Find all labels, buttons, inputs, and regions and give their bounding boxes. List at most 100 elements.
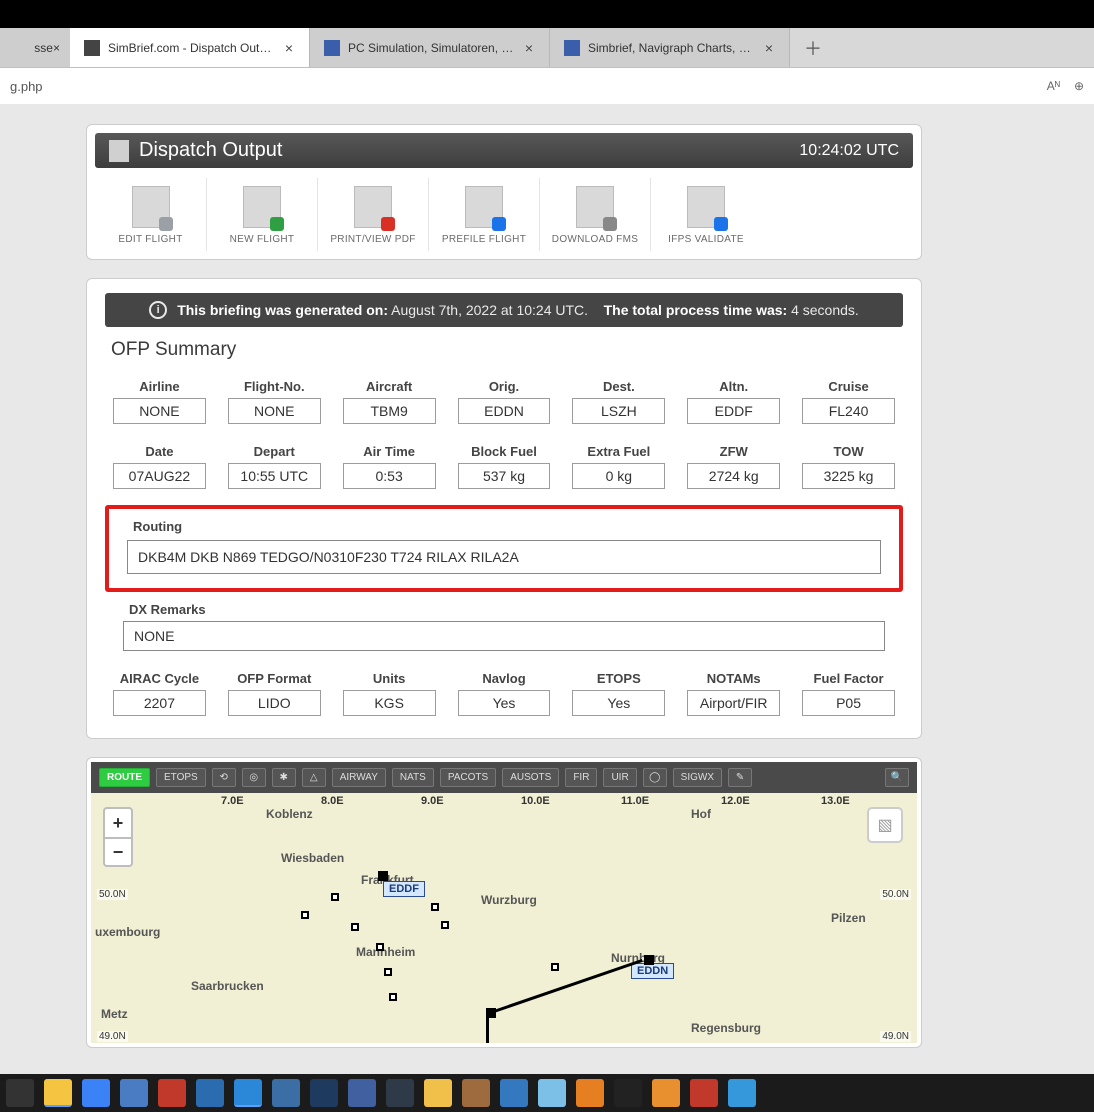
zoom-in-button[interactable]: + xyxy=(105,809,131,837)
route-segment xyxy=(486,1011,489,1043)
action-label: NEW FLIGHT xyxy=(207,234,317,245)
summary-field: Airline NONE xyxy=(113,379,206,424)
zoom-icon[interactable]: ⊕ xyxy=(1074,79,1084,93)
taskbar-item[interactable] xyxy=(310,1079,338,1107)
browser-tab[interactable]: PC Simulation, Simulatoren, Harc × xyxy=(310,28,550,67)
field-label: Orig. xyxy=(458,379,551,394)
taskbar-item[interactable] xyxy=(652,1079,680,1107)
route-map[interactable]: + − ▧ 7.0E 8.0E 9.0E 10.0E 11.0E 12.0E 1… xyxy=(91,793,917,1043)
taskbar-item[interactable] xyxy=(690,1079,718,1107)
airport-badge[interactable]: EDDN xyxy=(631,963,674,979)
field-value: 07AUG22 xyxy=(113,463,206,489)
layers-button[interactable]: ▧ xyxy=(867,807,903,843)
address-bar[interactable]: g.php Aᴺ ⊕ xyxy=(0,68,1094,104)
map-toolbar-button[interactable]: ✎ xyxy=(728,768,752,787)
close-icon[interactable]: × xyxy=(523,40,535,56)
info-mid: The total process time was: xyxy=(604,302,788,318)
close-icon[interactable]: × xyxy=(53,41,60,55)
taskbar-item[interactable] xyxy=(82,1079,110,1107)
map-toolbar-button[interactable]: UIR xyxy=(603,768,636,787)
field-label: Units xyxy=(343,671,436,686)
taskbar-item[interactable] xyxy=(728,1079,756,1107)
waypoint-icon xyxy=(644,955,654,965)
waypoint-icon xyxy=(431,903,439,911)
tab-fragment-label: sse xyxy=(34,41,53,55)
map-toolbar-button[interactable]: ⟲ xyxy=(212,768,236,787)
taskbar-item[interactable] xyxy=(234,1079,262,1107)
action-icon xyxy=(576,186,614,228)
taskbar-item[interactable] xyxy=(614,1079,642,1107)
taskbar-item[interactable] xyxy=(462,1079,490,1107)
generation-info: i This briefing was generated on: August… xyxy=(105,293,903,327)
action-button[interactable]: DOWNLOAD FMS xyxy=(539,178,650,251)
browser-tab[interactable]: Simbrief, Navigraph Charts, Date × xyxy=(550,28,790,67)
action-button[interactable]: PREFILE FLIGHT xyxy=(428,178,539,251)
map-zoom: + − xyxy=(103,807,133,867)
city-label: Koblenz xyxy=(266,807,313,821)
map-toolbar-button[interactable]: ◯ xyxy=(643,768,667,787)
field-label: Depart xyxy=(228,444,321,459)
taskbar-item[interactable] xyxy=(196,1079,224,1107)
ofp-summary-panel: i This briefing was generated on: August… xyxy=(86,278,922,739)
map-toolbar-button[interactable]: ✱ xyxy=(272,768,296,787)
routing-value[interactable]: DKB4M DKB N869 TEDGO/N0310F230 T724 RILA… xyxy=(127,540,881,574)
summary-field: Block Fuel 537 kg xyxy=(458,444,551,489)
utc-clock: 10:24:02 UTC xyxy=(799,142,899,160)
map-toolbar-button[interactable]: △ xyxy=(302,768,326,787)
taskbar-item[interactable] xyxy=(348,1079,376,1107)
lon-label: 10.0E xyxy=(521,795,550,807)
airport-badge[interactable]: EDDF xyxy=(383,881,425,897)
field-label: Navlog xyxy=(458,671,551,686)
taskbar-item[interactable] xyxy=(158,1079,186,1107)
info-icon: i xyxy=(149,301,167,319)
summary-row-1: Airline NONEFlight-No. NONEAircraft TBM9… xyxy=(105,379,903,424)
action-button[interactable]: PRINT/VIEW PDF xyxy=(317,178,428,251)
map-search-button[interactable]: 🔍 xyxy=(885,768,909,787)
taskbar-item[interactable] xyxy=(500,1079,528,1107)
new-tab-button[interactable]: ＋ xyxy=(790,28,836,67)
taskbar-item[interactable] xyxy=(424,1079,452,1107)
tab-fragment[interactable]: sse × xyxy=(0,28,70,67)
waypoint-icon xyxy=(441,921,449,929)
page-title: Dispatch Output xyxy=(139,139,282,162)
close-icon[interactable]: × xyxy=(763,40,775,56)
window-titlebar xyxy=(0,0,1094,28)
close-icon[interactable]: × xyxy=(283,40,295,56)
field-value: NONE xyxy=(228,398,321,424)
action-button[interactable]: IFPS VALIDATE xyxy=(650,178,761,251)
map-toolbar-button[interactable]: NATS xyxy=(392,768,434,787)
map-toolbar-button[interactable]: FIR xyxy=(565,768,597,787)
summary-row-2: Date 07AUG22Depart 10:55 UTCAir Time 0:5… xyxy=(105,444,903,489)
city-label: Wiesbaden xyxy=(281,851,344,865)
map-toolbar-button[interactable]: ◎ xyxy=(242,768,266,787)
taskbar-item[interactable] xyxy=(120,1079,148,1107)
map-toolbar-button[interactable]: ETOPS xyxy=(156,768,206,787)
taskbar-item[interactable] xyxy=(576,1079,604,1107)
map-toolbar-button[interactable]: PACOTS xyxy=(440,768,496,787)
browser-tab[interactable]: SimBrief.com - Dispatch Output × xyxy=(70,28,310,67)
info-date: August 7th, 2022 at 10:24 UTC. xyxy=(391,302,588,318)
action-icon xyxy=(465,186,503,228)
field-label: Block Fuel xyxy=(458,444,551,459)
field-value: LIDO xyxy=(228,690,321,716)
taskbar-item[interactable] xyxy=(272,1079,300,1107)
summary-field: TOW 3225 kg xyxy=(802,444,895,489)
action-button[interactable]: EDIT FLIGHT xyxy=(95,178,206,251)
map-toolbar-button[interactable]: SIGWX xyxy=(673,768,722,787)
taskbar-item[interactable] xyxy=(538,1079,566,1107)
remarks-value[interactable]: NONE xyxy=(123,621,885,651)
city-label: uxembourg xyxy=(95,925,160,939)
reader-mode-icon[interactable]: Aᴺ xyxy=(1047,79,1060,93)
windows-taskbar[interactable] xyxy=(0,1074,1094,1112)
taskbar-item[interactable] xyxy=(44,1079,72,1107)
action-button[interactable]: NEW FLIGHT xyxy=(206,178,317,251)
zoom-out-button[interactable]: − xyxy=(105,837,131,865)
taskbar-item[interactable] xyxy=(6,1079,34,1107)
map-toolbar-button[interactable]: AIRWAY xyxy=(332,768,386,787)
summary-field: NOTAMs Airport/FIR xyxy=(687,671,780,716)
map-toolbar-button[interactable]: AUSOTS xyxy=(502,768,559,787)
action-label: PRINT/VIEW PDF xyxy=(318,234,428,245)
map-toolbar-button[interactable]: ROUTE xyxy=(99,768,150,787)
taskbar-item[interactable] xyxy=(386,1079,414,1107)
waypoint-icon xyxy=(351,923,359,931)
